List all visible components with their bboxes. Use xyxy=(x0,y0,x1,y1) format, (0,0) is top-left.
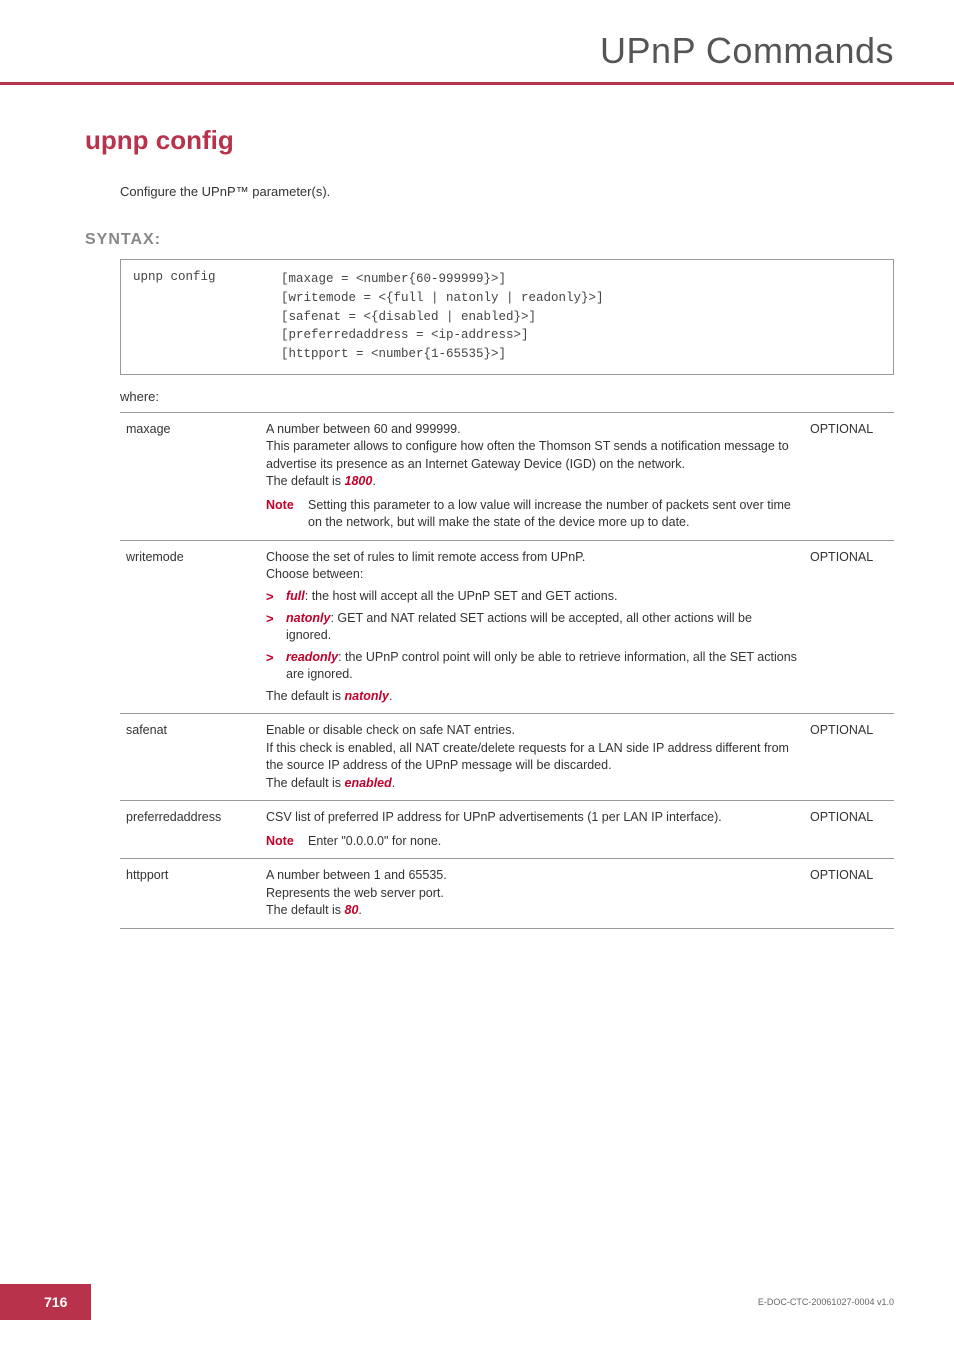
param-name: maxage xyxy=(120,412,260,540)
syntax-box: upnp config [maxage = <number{60-999999}… xyxy=(120,259,894,375)
bullet-row: > full: the host will accept all the UPn… xyxy=(266,588,798,606)
desc-text: CSV list of preferred IP address for UPn… xyxy=(266,809,798,827)
footer: 716 E-DOC-CTC-20061027-0004 v1.0 xyxy=(0,1284,954,1320)
param-desc: CSV list of preferred IP address for UPn… xyxy=(260,801,804,859)
param-flag: OPTIONAL xyxy=(804,714,894,801)
content: upnp config Configure the UPnP™ paramete… xyxy=(0,85,954,929)
param-flag: OPTIONAL xyxy=(804,412,894,540)
table-row: writemode Choose the set of rules to lim… xyxy=(120,540,894,714)
desc-text: Enable or disable check on safe NAT entr… xyxy=(266,723,789,790)
param-desc: A number between 60 and 999999. This par… xyxy=(260,412,804,540)
param-name: preferredaddress xyxy=(120,801,260,859)
bullet-text: readonly: the UPnP control point will on… xyxy=(286,649,798,684)
note-label: Note xyxy=(266,497,308,532)
table-row: preferredaddress CSV list of preferred I… xyxy=(120,801,894,859)
syntax-label: SYNTAX: xyxy=(85,231,894,249)
bullet-row: > natonly: GET and NAT related SET actio… xyxy=(266,610,798,645)
note-text: Enter "0.0.0.0" for none. xyxy=(308,833,798,851)
note-row: Note Setting this parameter to a low val… xyxy=(266,497,798,532)
param-table: maxage A number between 60 and 999999. T… xyxy=(120,412,894,929)
param-name: writemode xyxy=(120,540,260,714)
param-name: httpport xyxy=(120,859,260,929)
param-name: safenat xyxy=(120,714,260,801)
desc-outro: The default is natonly. xyxy=(266,688,798,706)
desc-text: Choose the set of rules to limit remote … xyxy=(266,549,798,584)
param-flag: OPTIONAL xyxy=(804,801,894,859)
table-row: maxage A number between 60 and 999999. T… xyxy=(120,412,894,540)
doc-id: E-DOC-CTC-20061027-0004 v1.0 xyxy=(758,1297,894,1307)
desc-text: A number between 1 and 65535. Represents… xyxy=(266,868,447,917)
bullet-arrow-icon: > xyxy=(266,588,286,606)
note-label: Note xyxy=(266,833,308,851)
param-desc: Enable or disable check on safe NAT entr… xyxy=(260,714,804,801)
param-flag: OPTIONAL xyxy=(804,540,894,714)
syntax-args: [maxage = <number{60-999999}>] [writemod… xyxy=(281,260,616,374)
param-desc: Choose the set of rules to limit remote … xyxy=(260,540,804,714)
page-number: 716 xyxy=(0,1284,91,1320)
header-title: UPnP Commands xyxy=(60,30,894,72)
param-desc: A number between 1 and 65535. Represents… xyxy=(260,859,804,929)
command-title: upnp config xyxy=(85,125,894,156)
note-text: Setting this parameter to a low value wi… xyxy=(308,497,798,532)
command-description: Configure the UPnP™ parameter(s). xyxy=(120,184,894,199)
syntax-cmd: upnp config xyxy=(121,260,281,374)
bullet-arrow-icon: > xyxy=(266,610,286,645)
bullet-arrow-icon: > xyxy=(266,649,286,684)
table-row: safenat Enable or disable check on safe … xyxy=(120,714,894,801)
param-flag: OPTIONAL xyxy=(804,859,894,929)
bullet-text: natonly: GET and NAT related SET actions… xyxy=(286,610,798,645)
table-row: httpport A number between 1 and 65535. R… xyxy=(120,859,894,929)
where-label: where: xyxy=(120,389,894,404)
bullet-text: full: the host will accept all the UPnP … xyxy=(286,588,798,606)
page-header: UPnP Commands xyxy=(0,0,954,85)
desc-text: A number between 60 and 999999. This par… xyxy=(266,422,789,489)
bullet-row: > readonly: the UPnP control point will … xyxy=(266,649,798,684)
note-row: Note Enter "0.0.0.0" for none. xyxy=(266,833,798,851)
